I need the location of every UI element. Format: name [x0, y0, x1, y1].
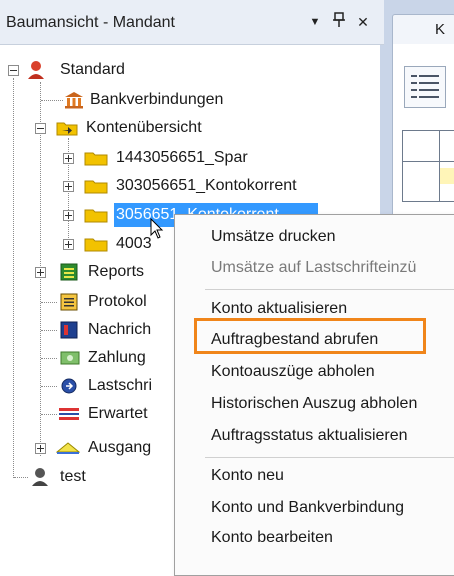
expand-icon[interactable] [35, 267, 46, 278]
menu-item-konto-aktualisieren[interactable]: Konto aktualisieren [211, 300, 347, 318]
tree-label: Standard [60, 61, 125, 78]
tree-label: Nachrich [88, 321, 152, 338]
menu-item-kontoauszuege-abholen[interactable]: Kontoauszüge abholen [211, 363, 375, 381]
menu-item-historischen-auszug[interactable]: Historischen Auszug abholen [211, 395, 417, 413]
tree-item-bankverbindungen[interactable]: Bankverbindungen [0, 88, 380, 112]
tree-label: Zahlung [88, 349, 146, 366]
log-icon [60, 293, 78, 316]
tree-label: 1443056651_Spar [116, 149, 248, 166]
document-tab[interactable]: K [392, 14, 454, 45]
tree-label: Protokol [88, 293, 147, 310]
dropdown-icon[interactable]: ▼ [306, 12, 324, 32]
expand-icon[interactable] [63, 210, 74, 221]
collapse-icon[interactable] [35, 123, 46, 134]
tree-label: Bankverbindungen [90, 91, 224, 108]
tree-label: Kontenübersicht [86, 119, 202, 136]
panel-title: Baumansicht - Mandant [6, 14, 175, 31]
folder-icon [84, 207, 108, 228]
folder-icon [84, 150, 108, 171]
grid-cell-highlight [440, 168, 454, 184]
expected-icon [58, 406, 80, 427]
tree-label: test [60, 468, 86, 485]
expand-icon[interactable] [63, 239, 74, 250]
data-grid[interactable] [402, 130, 454, 202]
close-icon[interactable]: ✕ [354, 12, 372, 32]
folder-icon [84, 236, 108, 257]
tree-item-standard[interactable]: Standard [0, 58, 380, 82]
expand-icon[interactable] [35, 443, 46, 454]
folder-arrow-icon [56, 119, 78, 142]
collapse-icon[interactable] [8, 65, 19, 76]
menu-separator [205, 457, 454, 458]
tree-item-kontenuebersicht[interactable]: Kontenübersicht [0, 116, 380, 140]
message-icon [60, 321, 78, 344]
report-icon [60, 263, 78, 286]
menu-item-konto-bearbeiten[interactable]: Konto bearbeiten [211, 529, 333, 547]
menu-item-auftragsstatus-aktualisieren[interactable]: Auftragsstatus aktualisieren [211, 427, 408, 445]
tree-label: Ausgang [88, 439, 152, 456]
menu-item-konto-neu[interactable]: Konto neu [211, 467, 284, 485]
tree-label: 303056651_Kontokorrent [116, 177, 297, 194]
menu-item-konto-und-bankverbindung[interactable]: Konto und Bankverbindung [211, 499, 404, 517]
direct-debit-icon [60, 377, 80, 400]
tree-item-account[interactable]: 303056651_Kontokorrent [0, 174, 380, 198]
user-icon [26, 60, 46, 85]
payment-icon [60, 349, 80, 372]
highlight-annotation [194, 318, 426, 354]
menu-item-umsaetze-drucken[interactable]: Umsätze drucken [211, 228, 336, 246]
list-view-icon[interactable] [404, 66, 446, 108]
tree-item-account[interactable]: 1443056651_Spar [0, 146, 380, 170]
pin-icon[interactable] [330, 12, 348, 32]
folder-icon [84, 178, 108, 199]
document-tab-label: K [435, 21, 446, 38]
mouse-cursor-icon [150, 217, 164, 245]
expand-icon[interactable] [63, 153, 74, 164]
tree-label: Reports [88, 263, 145, 280]
expand-icon[interactable] [63, 181, 74, 192]
bank-icon [64, 91, 84, 114]
outbox-icon [55, 440, 81, 461]
context-menu: Umsätze drucken Umsätze auf Lastschrifte… [174, 214, 454, 576]
tree-label: Lastschri [88, 377, 153, 394]
user-icon [30, 467, 50, 492]
tree-label: Erwartet [88, 405, 148, 422]
tree-label: 4003 [116, 235, 152, 252]
menu-item-umsaetze-lastschrift: Umsätze auf Lastschrifteinzü [211, 259, 417, 276]
menu-separator [205, 289, 454, 290]
